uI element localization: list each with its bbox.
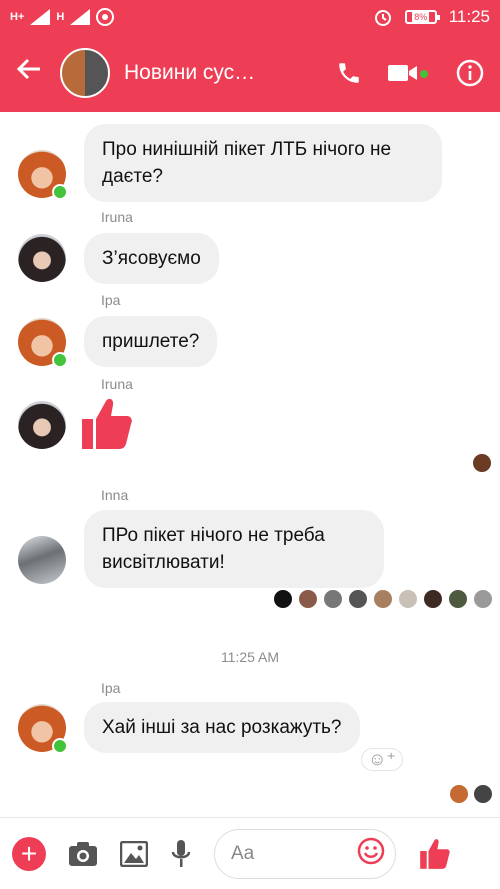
avatar[interactable]	[18, 401, 66, 449]
message-bubble[interactable]: ПРо пікет нічого не треба висвітлювати!	[84, 510, 384, 588]
chat-header: Новини сус…	[0, 34, 500, 112]
seen-avatar	[448, 589, 468, 609]
seen-avatar	[472, 453, 492, 473]
chrome-icon	[96, 8, 115, 26]
video-online-dot	[420, 70, 428, 78]
back-arrow-icon[interactable]	[16, 56, 52, 90]
message-text: Хай інші за нас розкажуть?	[102, 717, 342, 738]
sender-name: Іра	[101, 680, 121, 696]
message-text: ПРо пікет нічого не треба висвітлювати!	[102, 525, 325, 573]
message-input-placeholder: Aa	[231, 842, 255, 864]
message-bubble[interactable]: Хай інші за нас розкажуть?	[84, 702, 360, 753]
conversation-title[interactable]: Новини сус…	[124, 61, 310, 85]
message-list[interactable]: Про нинішній пікет ЛТБ нічого не даєте? …	[0, 112, 500, 817]
message-bubble[interactable]: Про нинішній пікет ЛТБ нічого не даєте?	[84, 124, 442, 202]
plus-icon[interactable]: +	[12, 836, 46, 871]
video-camera-icon[interactable]	[388, 62, 428, 84]
online-indicator	[52, 352, 68, 368]
battery-level: 8%	[412, 12, 430, 22]
seen-avatar	[373, 589, 393, 609]
timestamp: 11:25 AM	[220, 649, 280, 665]
seen-avatar	[273, 589, 293, 609]
seen-avatar	[348, 589, 368, 609]
message-bubble[interactable]: З’ясовуємо	[84, 233, 219, 284]
signal-icon-2	[70, 9, 91, 25]
seen-avatar	[473, 784, 493, 804]
seen-avatar	[398, 589, 418, 609]
network-type-label-2: H	[56, 11, 65, 23]
microphone-icon[interactable]	[170, 839, 192, 869]
avatar[interactable]	[18, 234, 66, 282]
sender-name: Inna	[101, 487, 129, 503]
thumbs-up-sticker[interactable]	[82, 397, 132, 456]
status-bar: H+ H 8% 11:25	[0, 0, 500, 34]
network-type-label: H+	[10, 11, 25, 23]
image-icon[interactable]	[120, 840, 148, 867]
add-reaction-icon[interactable]: ☺⁺	[361, 748, 403, 771]
seen-avatar	[423, 589, 443, 609]
sender-name: Іра	[101, 292, 121, 308]
seen-avatar	[449, 784, 469, 804]
clock: 11:25	[448, 7, 490, 26]
emoji-icon[interactable]	[357, 837, 385, 871]
message-text: пришлете?	[102, 331, 200, 352]
online-indicator	[52, 738, 68, 754]
message-text: Про нинішній пікет ЛТБ нічого не даєте?	[102, 139, 392, 187]
group-avatar[interactable]	[60, 48, 110, 98]
online-indicator	[52, 184, 68, 200]
seen-avatar	[473, 589, 493, 609]
message-bubble[interactable]: пришлете?	[84, 316, 218, 367]
seen-avatar	[298, 589, 318, 609]
sender-name: Iruna	[101, 209, 133, 225]
thumbs-up-icon[interactable]	[420, 838, 450, 870]
sender-name: Iruna	[101, 376, 133, 392]
info-icon[interactable]	[456, 59, 484, 87]
signal-icon	[30, 9, 51, 25]
alarm-icon	[374, 10, 391, 26]
composer-bar: + Aa	[0, 817, 500, 889]
message-input[interactable]: Aa	[214, 828, 396, 879]
message-text: З’ясовуємо	[102, 248, 201, 269]
avatar[interactable]	[18, 536, 66, 584]
battery-icon: 8%	[404, 10, 440, 24]
camera-icon[interactable]	[68, 841, 98, 867]
phone-icon[interactable]	[336, 60, 362, 86]
seen-avatar	[323, 589, 343, 609]
